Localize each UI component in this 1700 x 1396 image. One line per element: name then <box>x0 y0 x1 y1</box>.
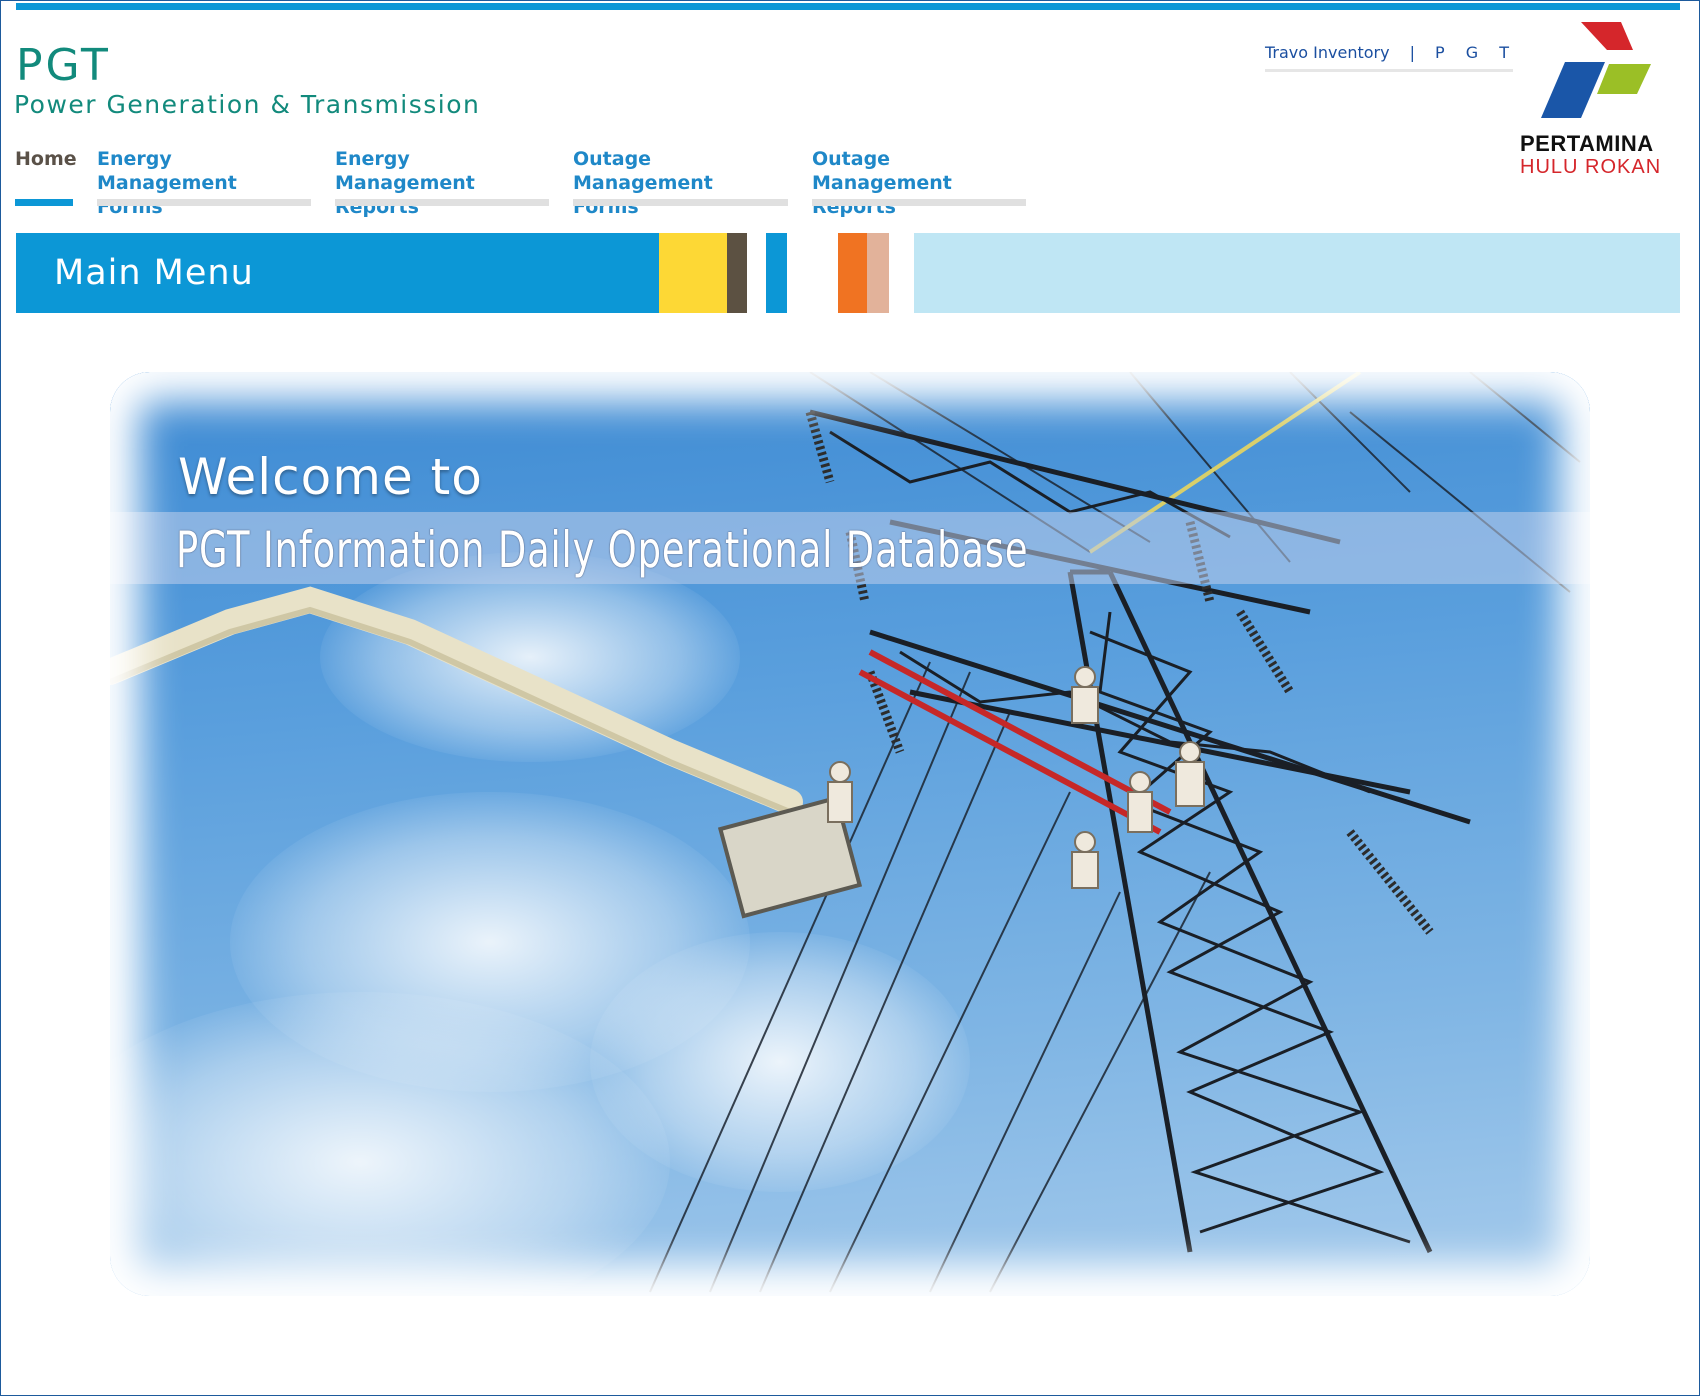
nav-underline <box>812 199 1026 206</box>
tower-scene-illustration <box>110 372 1581 1293</box>
nav-energy-management-reports[interactable]: Energy Management Reports <box>335 147 549 219</box>
site-subtitle: Power Generation & Transmission <box>14 90 481 119</box>
nav-underline <box>573 199 788 206</box>
logo-sub: HULU ROKAN <box>1520 156 1662 178</box>
top-links-separator: | <box>1409 43 1415 62</box>
color-block-blue <box>766 233 787 313</box>
nav-home-indicator <box>15 199 73 206</box>
nav-energy-management-forms[interactable]: Energy Management Forms <box>97 147 311 219</box>
top-accent-bar <box>16 3 1680 10</box>
top-links: Travo Inventory | P G T <box>1265 42 1517 64</box>
site-title: PGT <box>16 40 111 91</box>
nav-underline <box>97 199 311 206</box>
travo-inventory-link[interactable]: Travo Inventory <box>1265 42 1390 64</box>
nav-label-line1: Energy Management <box>97 148 237 194</box>
pertamina-logo: PERTAMINA HULU ROKAN <box>1520 22 1670 182</box>
nav-label-line1: Outage Management <box>812 148 952 194</box>
main-menu-bar: Main Menu <box>16 233 1680 313</box>
color-block-tan <box>867 233 889 313</box>
color-block-orange <box>838 233 867 313</box>
nav-label-line1: Outage Management <box>573 148 713 194</box>
color-block-yellow <box>659 233 727 313</box>
logo-name: PERTAMINA <box>1520 131 1654 156</box>
nav-outage-management-forms[interactable]: Outage Management Forms <box>573 147 788 219</box>
hero-title: PGT Information Daily Operational Databa… <box>176 521 1029 579</box>
main-menu-title: Main Menu <box>54 253 254 293</box>
menu-bar-filler <box>914 233 1680 313</box>
pertamina-logo-icon <box>1541 22 1651 118</box>
nav-home[interactable]: Home <box>15 147 77 206</box>
pgt-link[interactable]: P G T <box>1435 42 1517 64</box>
nav-outage-management-reports[interactable]: Outage Management Reports <box>812 147 1026 219</box>
color-block-brown <box>727 233 747 313</box>
nav-label-line1: Energy Management <box>335 148 475 194</box>
nav-home-label: Home <box>15 148 77 170</box>
top-links-underline <box>1265 69 1513 72</box>
welcome-heading: Welcome to <box>178 448 483 506</box>
main-menu-panel: Main Menu <box>16 233 659 313</box>
nav-underline <box>335 199 549 206</box>
hero-banner-image: Welcome to PGT Information Daily Operati… <box>110 372 1590 1296</box>
